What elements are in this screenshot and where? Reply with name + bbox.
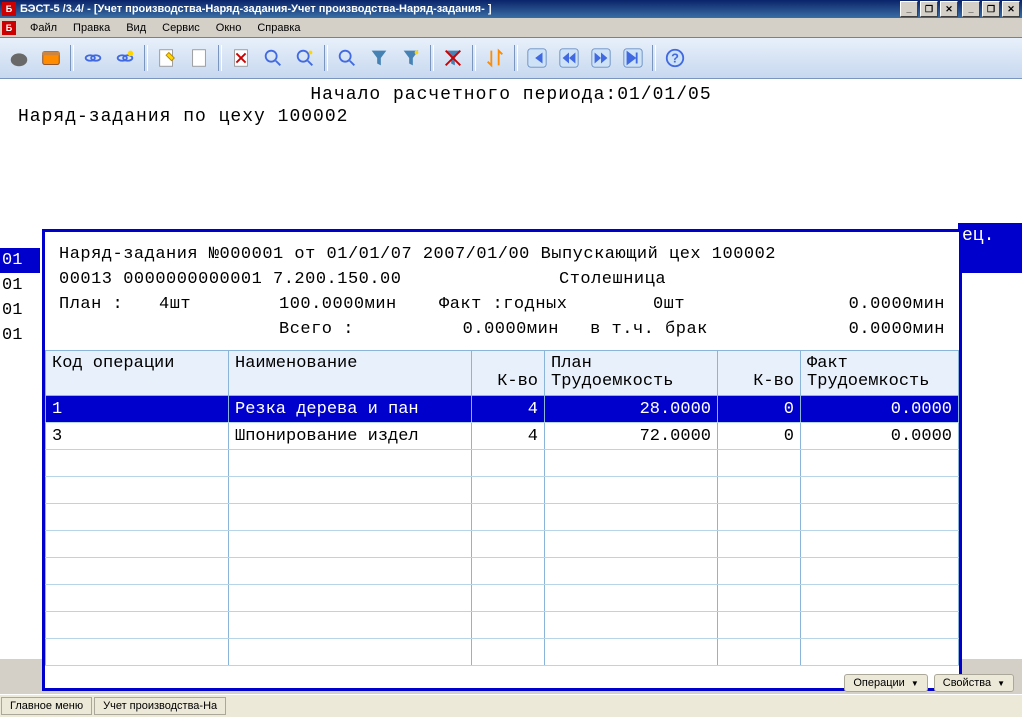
- table-row[interactable]: [46, 585, 959, 612]
- th-qty[interactable]: К-во: [472, 351, 545, 396]
- app-icon: Б: [2, 2, 16, 16]
- th-code[interactable]: Код операции: [46, 351, 229, 396]
- status-main[interactable]: Главное меню: [1, 697, 92, 715]
- toolbar-link1-icon[interactable]: [78, 43, 108, 73]
- menu-window[interactable]: Окно: [208, 20, 250, 36]
- toolbar-rock-icon[interactable]: [4, 43, 34, 73]
- fact-time: 0.0000мин: [739, 292, 945, 317]
- menubar: Б Файл Правка Вид Сервис Окно Справка: [0, 18, 1022, 38]
- toolbar-delete-icon[interactable]: [226, 43, 256, 73]
- plan-qty: 4шт: [159, 292, 279, 317]
- menu-help[interactable]: Справка: [249, 20, 308, 36]
- toolbar-link2-icon[interactable]: [110, 43, 140, 73]
- toolbar-last-icon[interactable]: [618, 43, 648, 73]
- fact-qty: 0шт: [599, 292, 739, 317]
- table-row[interactable]: [46, 558, 959, 585]
- menu-view[interactable]: Вид: [118, 20, 154, 36]
- plan-time: 100.0000мин: [279, 292, 439, 317]
- toolbar-new-icon[interactable]: [184, 43, 214, 73]
- table-row[interactable]: [46, 450, 959, 477]
- mdi-close-button[interactable]: ✕: [1002, 1, 1020, 17]
- table-row[interactable]: [46, 531, 959, 558]
- operations-button[interactable]: Операции▼: [844, 674, 927, 692]
- toolbar-prev-icon[interactable]: [554, 43, 584, 73]
- properties-button[interactable]: Свойства▼: [934, 674, 1014, 692]
- operations-table: Код операции Наименование К-во ПланТрудо…: [45, 350, 959, 666]
- selection-fragment: [962, 248, 1022, 273]
- table-row[interactable]: [46, 477, 959, 504]
- th-plan[interactable]: ПланТрудоемкость: [545, 351, 718, 396]
- left-code-row[interactable]: 01: [0, 273, 40, 298]
- th-name[interactable]: Наименование: [229, 351, 472, 396]
- fact-label: Факт :годных: [439, 292, 599, 317]
- period-label: Начало расчетного периода:01/01/05: [0, 79, 1022, 107]
- brak-label: в т.ч. брак: [559, 317, 739, 342]
- toolbar-search2-icon[interactable]: [290, 43, 320, 73]
- total-label: Всего :: [279, 317, 399, 342]
- left-code-row[interactable]: 01: [0, 248, 40, 273]
- table-row[interactable]: [46, 639, 959, 666]
- toolbar-next-icon[interactable]: [586, 43, 616, 73]
- column-fragment: ец.: [958, 223, 1022, 248]
- toolbar-search3-icon[interactable]: [332, 43, 362, 73]
- toolbar-nofilter-icon[interactable]: [438, 43, 468, 73]
- toolbar-edit-icon[interactable]: [152, 43, 182, 73]
- toolbar-card-icon[interactable]: [36, 43, 66, 73]
- minimize-button[interactable]: _: [900, 1, 918, 17]
- table-row[interactable]: 3Шпонирование издел472.000000.0000: [46, 423, 959, 450]
- window-title: БЭСТ-5 /3.4/ - [Учет производства-Наряд-…: [20, 3, 900, 15]
- left-codes: 01 01 01 01: [0, 248, 40, 348]
- dropdown-arrow-icon: ▼: [911, 679, 919, 688]
- panel-header: Наряд-задания №000001 от 01/01/07 2007/0…: [45, 232, 959, 350]
- content-area: Начало расчетного периода:01/01/05 Наряд…: [0, 79, 1022, 659]
- table-row[interactable]: 1Резка дерева и пан428.000000.0000: [46, 396, 959, 423]
- th-qty2[interactable]: К-во: [718, 351, 801, 396]
- detail-panel: Наряд-задания №000001 от 01/01/07 2007/0…: [42, 229, 962, 691]
- svg-text:?: ?: [671, 51, 679, 66]
- menu-service[interactable]: Сервис: [154, 20, 208, 36]
- restore-button[interactable]: ❐: [920, 1, 938, 17]
- dropdown-arrow-icon: ▼: [997, 679, 1005, 688]
- menu-file[interactable]: Файл: [22, 20, 65, 36]
- left-code-row[interactable]: 01: [0, 298, 40, 323]
- panel-line1: Наряд-задания №000001 от 01/01/07 2007/0…: [59, 242, 945, 267]
- left-code-row[interactable]: 01: [0, 323, 40, 348]
- menu-icon: Б: [2, 21, 16, 35]
- statusbar: Главное меню Учет производства-На: [0, 694, 1022, 717]
- panel-line2-left: 00013 0000000000001 7.200.150.00: [59, 267, 559, 292]
- close-button[interactable]: ✕: [940, 1, 958, 17]
- toolbar-filter1-icon[interactable]: [364, 43, 394, 73]
- total-time: 0.0000мин: [399, 317, 559, 342]
- brak-time: 0.0000мин: [739, 317, 945, 342]
- subtitle-label: Наряд-задания по цеху 100002: [0, 107, 1022, 137]
- status-tab1[interactable]: Учет производства-На: [94, 697, 226, 715]
- toolbar-sort-icon[interactable]: [480, 43, 510, 73]
- menu-edit[interactable]: Правка: [65, 20, 118, 36]
- th-fact[interactable]: ФактТрудоемкость: [801, 351, 959, 396]
- toolbar-help-icon[interactable]: ?: [660, 43, 690, 73]
- mdi-restore-button[interactable]: ❐: [982, 1, 1000, 17]
- titlebar: Б БЭСТ-5 /3.4/ - [Учет производства-Наря…: [0, 0, 1022, 18]
- table-row[interactable]: [46, 612, 959, 639]
- mdi-minimize-button[interactable]: _: [962, 1, 980, 17]
- toolbar-first-icon[interactable]: [522, 43, 552, 73]
- plan-label: План :: [59, 292, 159, 317]
- toolbar-search1-icon[interactable]: [258, 43, 288, 73]
- footer-buttons: Операции▼ Свойства▼: [844, 672, 1014, 694]
- toolbar-filter2-icon[interactable]: [396, 43, 426, 73]
- toolbar: ?: [0, 38, 1022, 79]
- panel-line2-right: Столешница: [559, 267, 666, 292]
- table-row[interactable]: [46, 504, 959, 531]
